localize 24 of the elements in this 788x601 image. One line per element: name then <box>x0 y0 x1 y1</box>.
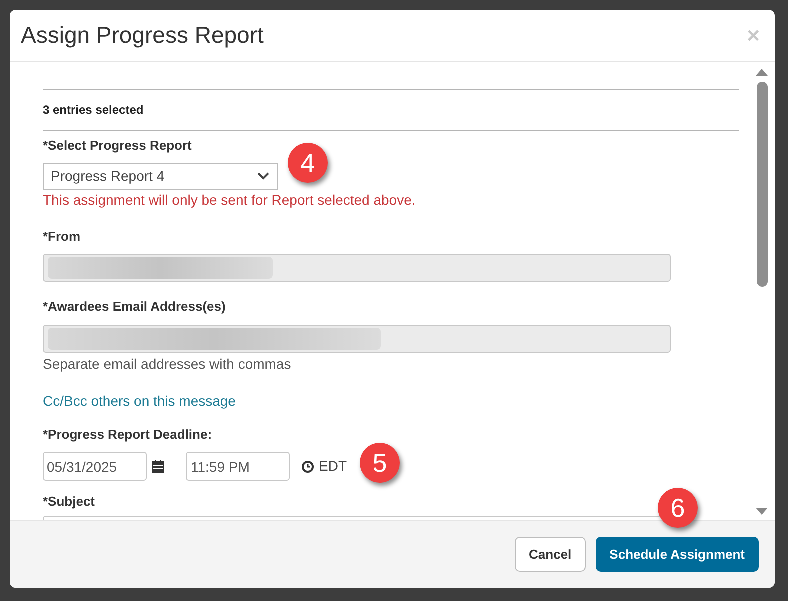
chevron-down-icon <box>257 172 270 181</box>
field-label: *From <box>43 229 81 245</box>
clock-icon <box>302 460 314 472</box>
report-dropdown[interactable]: Progress Report 4 <box>43 163 278 190</box>
dialog-title: Assign Progress Report <box>21 21 264 50</box>
cc-bcc-link[interactable]: Cc/Bcc others on this message <box>43 392 236 410</box>
time-field[interactable]: 11:59 PM <box>186 452 290 481</box>
field-label: *Select Progress Report <box>43 138 192 154</box>
help-text: Separate email addresses with commas <box>43 355 292 373</box>
field-label: *Progress Report Deadline: <box>43 427 212 443</box>
timezone-label: EDT <box>319 457 347 476</box>
selection-summary: 3 entries selected <box>43 103 144 117</box>
email-field[interactable] <box>43 325 671 353</box>
warning-text: This assignment will only be sent for Report selected above. <box>43 191 416 209</box>
field-label: *Awardees Email Address(es) <box>43 299 226 315</box>
scroll-up-icon <box>756 68 768 76</box>
from-field[interactable] <box>43 254 671 282</box>
schedule-button[interactable]: Schedule Assignment <box>596 537 759 572</box>
date-field[interactable]: 05/31/2025 <box>43 452 147 481</box>
field-label: *Subject <box>43 494 96 510</box>
scrollbar[interactable] <box>755 68 769 516</box>
scroll-down-icon <box>756 508 768 516</box>
cancel-button[interactable]: Cancel <box>515 537 586 572</box>
calendar-icon[interactable] <box>152 460 164 473</box>
